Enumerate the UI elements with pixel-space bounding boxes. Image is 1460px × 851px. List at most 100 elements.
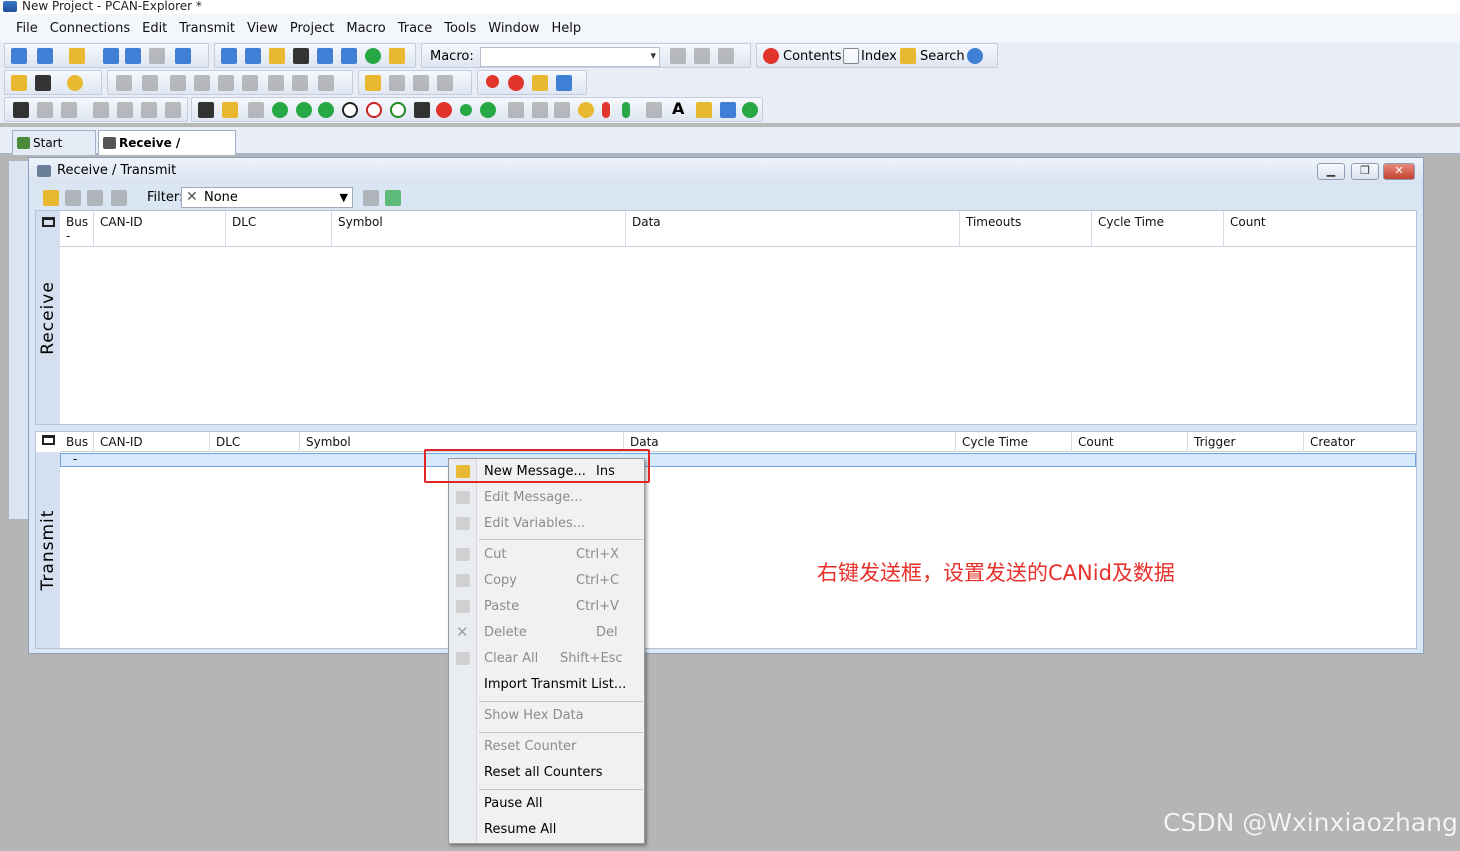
grid-3-icon[interactable]	[141, 102, 157, 118]
receive-col-cycle-time[interactable]: Cycle Time	[1092, 211, 1224, 247]
new-file-icon[interactable]	[37, 48, 53, 64]
transmit-new-row[interactable]: -	[60, 452, 1416, 467]
menu-item-edit-message[interactable]: Edit Message...	[449, 486, 644, 510]
note-icon[interactable]	[646, 102, 662, 118]
filter-edit-icon[interactable]	[363, 190, 379, 206]
macro-run-icon[interactable]	[670, 48, 686, 64]
clock-icon[interactable]	[67, 75, 83, 91]
properties-icon[interactable]	[175, 48, 191, 64]
minimize-button[interactable]: ▁	[1317, 163, 1345, 180]
window-1-icon[interactable]	[221, 48, 237, 64]
redo-icon[interactable]	[292, 75, 308, 91]
search-icon[interactable]	[900, 48, 916, 64]
tab-receive-transmit[interactable]: Receive / Transmit	[98, 130, 236, 174]
new-project-icon[interactable]	[11, 48, 27, 64]
menu-item-import-transmit-list[interactable]: Import Transmit List...	[449, 673, 644, 697]
thermometer-icon[interactable]	[602, 102, 610, 118]
contents-button[interactable]: Contents	[783, 49, 841, 64]
graph-icon[interactable]	[198, 102, 214, 118]
connect-icon[interactable]	[11, 75, 27, 91]
contents-icon[interactable]	[763, 48, 779, 64]
menu-item-show-hex-data[interactable]: Show Hex Data	[449, 704, 644, 728]
window-5-icon[interactable]	[317, 48, 333, 64]
macro-select[interactable]	[480, 47, 660, 67]
save-all-icon[interactable]	[125, 48, 141, 64]
find-icon[interactable]	[318, 75, 334, 91]
window-8-icon[interactable]	[389, 48, 405, 64]
text-display-icon[interactable]	[508, 102, 524, 118]
menu-edit[interactable]: Edit	[136, 21, 173, 36]
sun-icon[interactable]	[578, 102, 594, 118]
save-icon[interactable]	[103, 48, 119, 64]
display-icon[interactable]	[248, 102, 264, 118]
window-4-icon[interactable]	[293, 48, 309, 64]
column-chooser-icon[interactable]	[42, 435, 55, 445]
tab-start-page[interactable]: Start Page	[12, 130, 96, 174]
menu-macro[interactable]: Macro	[340, 21, 391, 36]
index-icon[interactable]	[843, 48, 859, 64]
macro-step-icon[interactable]	[694, 48, 710, 64]
transmit-col-cycle-time[interactable]: Cycle Time	[956, 432, 1072, 452]
transmit-col-data[interactable]: Data	[624, 432, 956, 452]
scroll-icon[interactable]	[532, 102, 548, 118]
clear-icon[interactable]	[142, 75, 158, 91]
edit-variables-icon[interactable]	[413, 75, 429, 91]
edit-message-icon[interactable]	[389, 75, 405, 91]
window-7-icon[interactable]	[365, 48, 381, 64]
index-button[interactable]: Index	[861, 49, 897, 64]
menu-window[interactable]: Window	[482, 21, 545, 36]
menu-item-clear-all[interactable]: Clear All Shift+Esc	[449, 647, 644, 671]
menu-item-paste[interactable]: Paste Ctrl+V	[449, 595, 644, 619]
receive-col-dlc[interactable]: DLC	[226, 211, 332, 247]
restore-button[interactable]: ❐	[1351, 163, 1379, 180]
transmit-col-creator[interactable]: Creator	[1304, 432, 1418, 452]
button-icon[interactable]	[436, 102, 452, 118]
transmit-col-count[interactable]: Count	[1072, 432, 1188, 452]
level-icon[interactable]	[622, 102, 630, 118]
receive-pane[interactable]: Receive Bus - CAN-ID DLC Symbol Data Time…	[35, 210, 1417, 425]
trace-window-icon[interactable]	[556, 75, 572, 91]
menu-file[interactable]: File	[10, 21, 44, 36]
print-icon[interactable]	[149, 48, 165, 64]
chart-2-icon[interactable]	[37, 102, 53, 118]
transmit-col-dlc[interactable]: DLC	[210, 432, 300, 452]
menu-item-pause-all[interactable]: Pause All	[449, 792, 644, 816]
transmit-col-trigger[interactable]: Trigger	[1188, 432, 1304, 452]
chart-3-icon[interactable]	[61, 102, 77, 118]
text-icon[interactable]: A	[672, 101, 688, 117]
menu-trace[interactable]: Trace	[392, 21, 439, 36]
menu-item-reset-counter[interactable]: Reset Counter	[449, 735, 644, 759]
meter-icon[interactable]	[366, 102, 382, 118]
edit-message-icon[interactable]	[65, 190, 81, 206]
new-message-icon[interactable]	[365, 75, 381, 91]
receive-col-can-id[interactable]: CAN-ID	[94, 211, 226, 247]
info-icon[interactable]	[967, 48, 983, 64]
back-icon[interactable]	[35, 75, 51, 91]
window-title-bar[interactable]: Receive / Transmit ▁ ❐ ✕	[29, 158, 1423, 184]
window-6-icon[interactable]	[341, 48, 357, 64]
gauge-icon[interactable]	[342, 102, 358, 118]
transmit-col-can-id[interactable]: CAN-ID	[94, 432, 210, 452]
table-icon[interactable]	[554, 102, 570, 118]
stop-record-icon[interactable]	[508, 75, 524, 91]
menu-project[interactable]: Project	[284, 21, 340, 36]
paste-icon[interactable]	[218, 75, 234, 91]
send-icon[interactable]	[437, 75, 453, 91]
dial-icon[interactable]	[390, 102, 406, 118]
open-folder-icon[interactable]	[69, 48, 85, 64]
edit-variables-icon[interactable]	[87, 190, 103, 206]
menu-help[interactable]: Help	[546, 21, 588, 36]
undo-icon[interactable]	[268, 75, 284, 91]
column-chooser-icon[interactable]	[42, 217, 55, 227]
panel-icon[interactable]	[742, 102, 758, 118]
new-message-icon[interactable]	[43, 190, 59, 206]
delete-icon[interactable]	[242, 75, 258, 91]
menu-item-reset-all-counters[interactable]: Reset all Counters	[449, 761, 644, 785]
menu-view[interactable]: View	[241, 21, 284, 36]
filter-select[interactable]: ✕ None ▼	[181, 187, 353, 208]
check-icon[interactable]	[116, 75, 132, 91]
toggle-icon[interactable]	[318, 102, 334, 118]
lightning-icon[interactable]	[222, 102, 238, 118]
close-button[interactable]: ✕	[1383, 163, 1415, 180]
lamp-icon[interactable]	[460, 104, 472, 116]
